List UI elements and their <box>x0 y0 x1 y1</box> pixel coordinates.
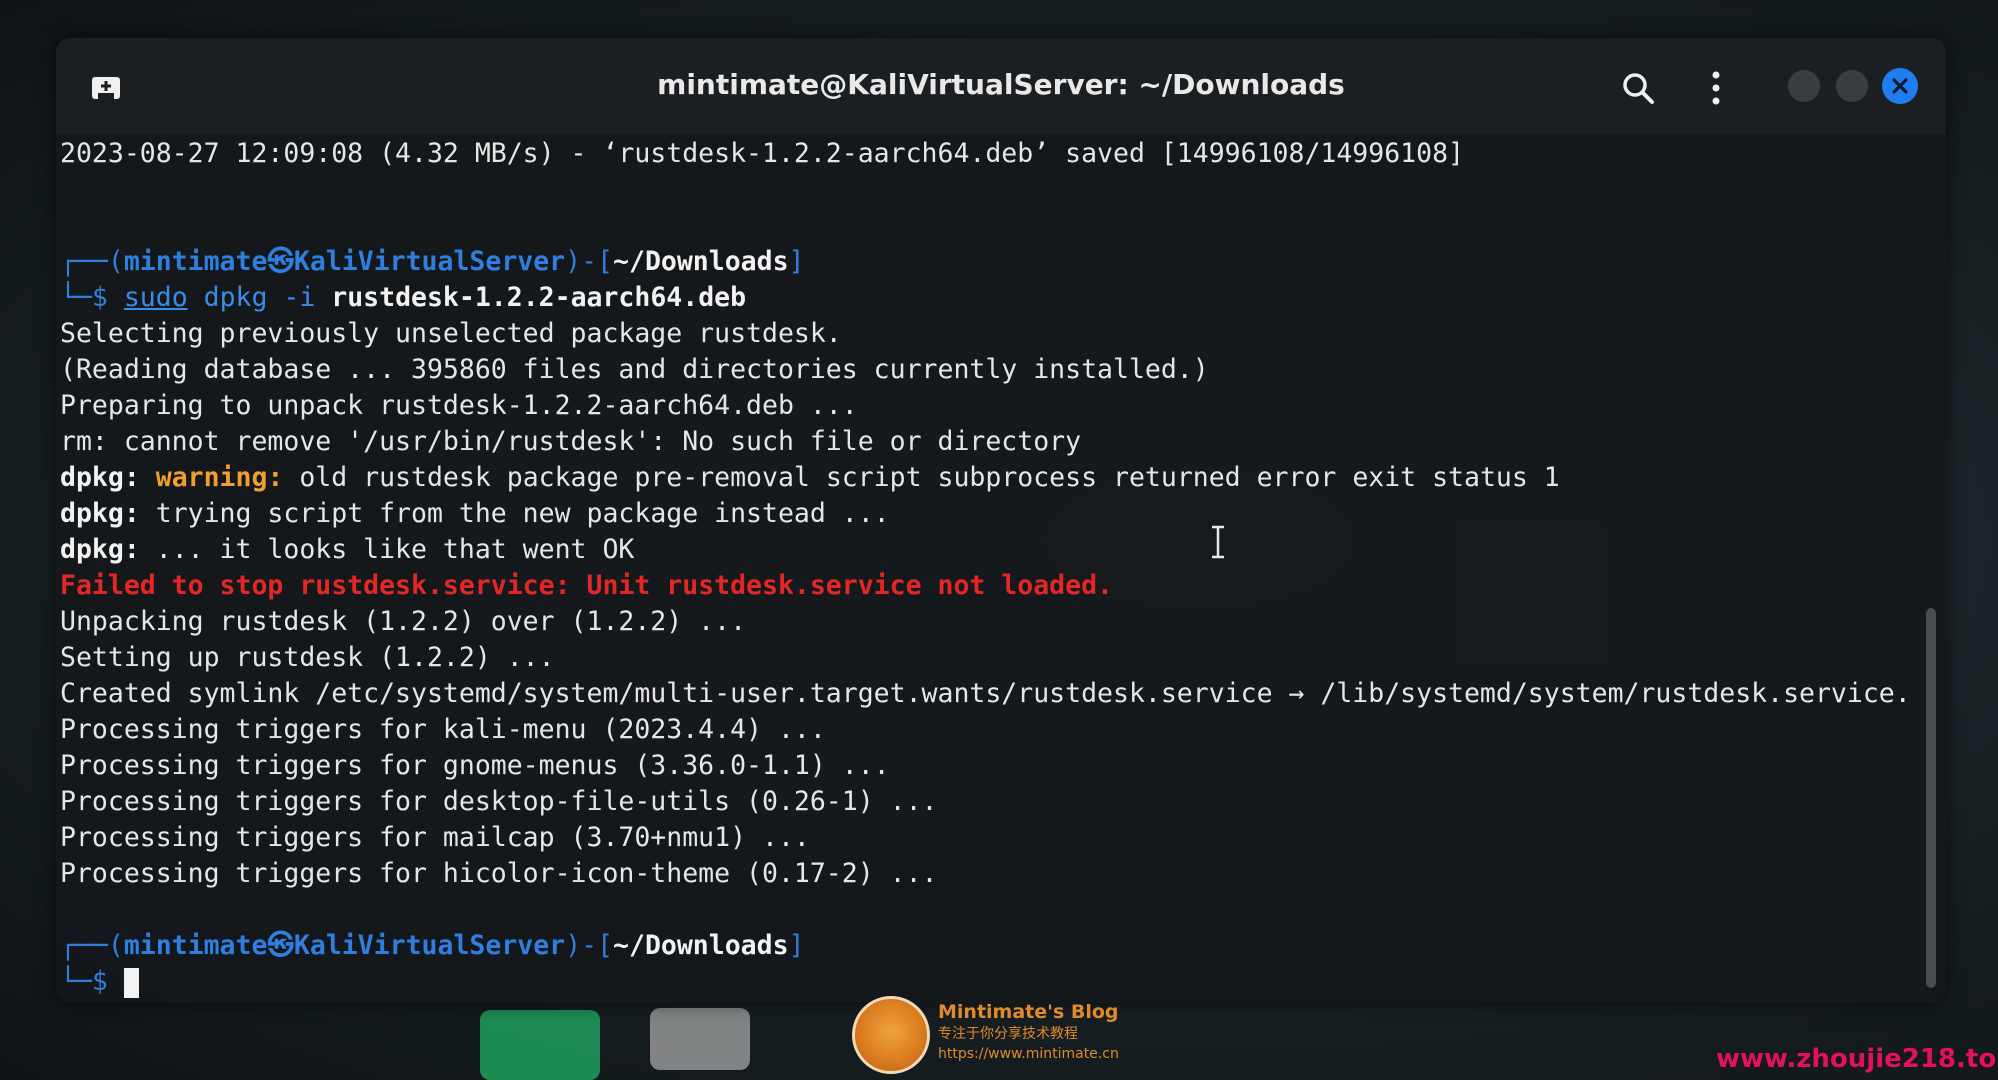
output-text: Selecting previously unselected package … <box>60 318 842 349</box>
i-beam-cursor-icon <box>1210 524 1226 565</box>
terminal-line: Selecting previously unselected package … <box>60 316 842 352</box>
desktop-decoration <box>480 1010 600 1080</box>
desktop-decoration <box>650 1008 750 1070</box>
terminal-line: Created symlink /etc/systemd/system/mult… <box>60 676 1911 712</box>
output-text: Processing triggers for gnome-menus (3.3… <box>60 750 890 781</box>
prompt-line: ┌──(mintimate㉿KaliVirtualServer)-[~/Down… <box>60 244 805 280</box>
dpkg-prefix: dpkg: <box>60 462 140 493</box>
prompt-dollar: └─$ <box>60 282 124 313</box>
blog-title: Mintimate's Blog <box>938 1001 1119 1023</box>
warning-label: warning: <box>139 462 284 493</box>
site-watermark: www.zhoujie218.top <box>1716 1044 1998 1074</box>
prompt-corner: ┌──( <box>60 246 124 277</box>
terminal-line: Failed to stop rustdesk.service: Unit ru… <box>60 568 1113 604</box>
terminal-line: Processing triggers for kali-menu (2023.… <box>60 712 826 748</box>
search-icon <box>1623 73 1654 104</box>
prompt-path: ~/Downloads <box>613 246 789 277</box>
blog-url: https://www.mintimate.cn <box>938 1046 1119 1062</box>
desktop-background: mintimate@KaliVirtualServer: ~/Downloads <box>0 0 1998 1080</box>
command-file: rustdesk-1.2.2-aarch64.deb <box>331 282 747 313</box>
menu-button[interactable] <box>1696 64 1736 112</box>
terminal-line: Unpacking rustdesk (1.2.2) over (1.2.2) … <box>60 604 746 640</box>
terminal-line: Processing triggers for mailcap (3.70+nm… <box>60 820 810 856</box>
terminal-line: rm: cannot remove '/usr/bin/rustdesk': N… <box>60 424 1081 460</box>
output-text: trying script from the new package inste… <box>139 498 890 529</box>
output-text: rm: cannot remove '/usr/bin/rustdesk': N… <box>60 426 1082 457</box>
output-text: 2023-08-27 12:09:08 (4.32 MB/s) - ‘rustd… <box>60 138 1464 169</box>
blog-watermark: Mintimate's Blog 专注于你分享技术教程 https://www.… <box>938 1000 1119 1064</box>
output-text: old rustdesk package pre-removal script … <box>283 462 1560 493</box>
error-text: Failed to stop rustdesk.service: Unit ru… <box>60 570 1113 601</box>
terminal-line: 2023-08-27 12:09:08 (4.32 MB/s) - ‘rustd… <box>60 136 1464 172</box>
output-text: Preparing to unpack rustdesk-1.2.2-aarch… <box>60 390 858 421</box>
prompt-corner: ┌──( <box>60 930 124 961</box>
search-button[interactable] <box>1614 64 1662 112</box>
window-title: mintimate@KaliVirtualServer: ~/Downloads <box>657 68 1345 101</box>
maximize-button[interactable] <box>1836 70 1868 102</box>
command-line: └─$ sudo dpkg -i rustdesk-1.2.2-aarch64.… <box>60 280 746 316</box>
output-text: Created symlink /etc/systemd/system/mult… <box>60 678 1911 709</box>
output-text: Processing triggers for kali-menu (2023.… <box>60 714 826 745</box>
prompt-line: ┌──(mintimate㉿KaliVirtualServer)-[~/Down… <box>60 928 805 964</box>
prompt-user-host: mintimate㉿KaliVirtualServer <box>123 930 566 961</box>
dpkg-prefix: dpkg: <box>60 498 140 529</box>
title-bar[interactable]: mintimate@KaliVirtualServer: ~/Downloads <box>56 38 1946 134</box>
prompt-bracket: ] <box>788 246 805 277</box>
terminal-line: Processing triggers for desktop-file-uti… <box>60 784 938 820</box>
output-text: Processing triggers for mailcap (3.70+nm… <box>60 822 810 853</box>
prompt-dollar: └─$ <box>60 966 124 997</box>
command-line[interactable]: └─$ <box>60 964 139 1000</box>
terminal-line: Setting up rustdesk (1.2.2) ... <box>60 640 555 676</box>
kebab-menu-icon <box>1712 71 1720 105</box>
terminal-line: Processing triggers for gnome-menus (3.3… <box>60 748 890 784</box>
terminal-line: Processing triggers for hicolor-icon-the… <box>60 856 938 892</box>
blog-logo-icon <box>852 996 930 1074</box>
terminal-line: dpkg: warning: old rustdesk package pre-… <box>60 460 1560 496</box>
command-dpkg: dpkg -i <box>187 282 332 313</box>
prompt-user-host: mintimate㉿KaliVirtualServer <box>123 246 566 277</box>
prompt-path: ~/Downloads <box>613 930 789 961</box>
terminal-line: dpkg: ... it looks like that went OK <box>60 532 634 568</box>
prompt-separator: )-[ <box>565 930 614 961</box>
terminal-line: (Reading database ... 395860 files and d… <box>60 352 1209 388</box>
output-text: Setting up rustdesk (1.2.2) ... <box>60 642 555 673</box>
prompt-separator: )-[ <box>565 246 614 277</box>
terminal-output[interactable]: 2023-08-27 12:09:08 (4.32 MB/s) - ‘rustd… <box>60 134 1920 998</box>
minimize-button[interactable] <box>1788 70 1820 102</box>
output-text: Unpacking rustdesk (1.2.2) over (1.2.2) … <box>60 606 747 637</box>
output-text: Processing triggers for desktop-file-uti… <box>60 786 938 817</box>
output-text: (Reading database ... 395860 files and d… <box>60 354 1209 385</box>
terminal-line: Preparing to unpack rustdesk-1.2.2-aarch… <box>60 388 858 424</box>
blog-subtitle: 专注于你分享技术教程 <box>938 1026 1078 1042</box>
terminal-window[interactable]: mintimate@KaliVirtualServer: ~/Downloads <box>56 38 1946 1003</box>
terminal-line: dpkg: trying script from the new package… <box>60 496 890 532</box>
command-sudo: sudo <box>123 282 188 313</box>
prompt-bracket: ] <box>788 930 805 961</box>
close-button[interactable] <box>1882 68 1918 104</box>
dpkg-prefix: dpkg: <box>60 534 140 565</box>
output-text: Processing triggers for hicolor-icon-the… <box>60 858 938 889</box>
scrollbar[interactable] <box>1926 608 1936 988</box>
text-cursor <box>123 967 139 998</box>
close-icon <box>1892 78 1908 94</box>
output-text: ... it looks like that went OK <box>139 534 635 565</box>
